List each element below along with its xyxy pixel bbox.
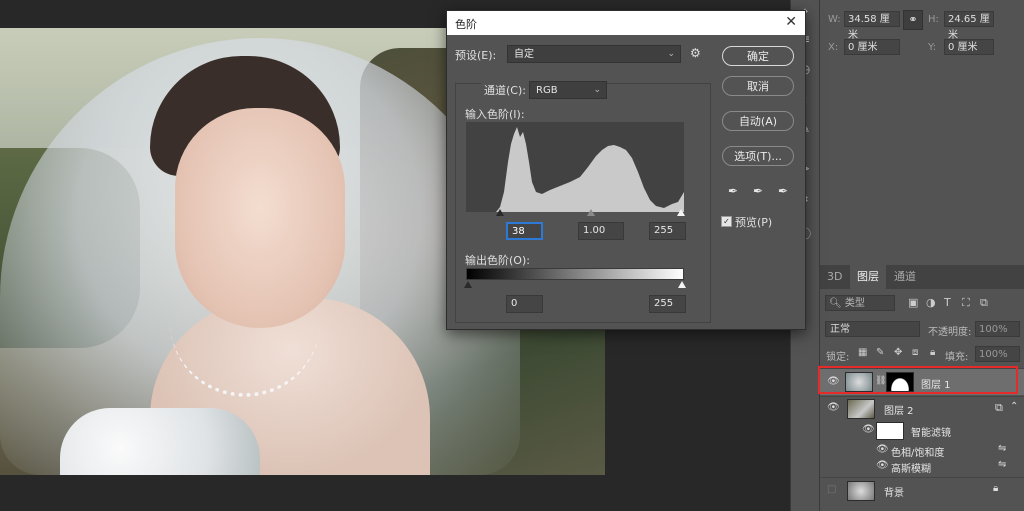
w-label: W: — [828, 14, 841, 25]
eye-icon[interactable]: 👁︎ — [862, 424, 875, 436]
white-eyedropper-icon[interactable]: ✒ — [776, 184, 790, 198]
filter-options-icon[interactable]: ⇋ — [998, 443, 1006, 454]
link-icon[interactable]: ⚭ — [903, 10, 923, 30]
h-label: H: — [928, 14, 939, 25]
options-button[interactable]: 选项(T)... — [722, 146, 794, 166]
output-black-field[interactable]: 0 — [506, 295, 543, 313]
filter-smart-icon[interactable]: ⧉ — [980, 296, 988, 310]
smart-filter-mask[interactable] — [876, 422, 904, 440]
eye-icon[interactable]: 👁︎ — [876, 460, 889, 472]
dialog-title: 色阶 — [455, 18, 477, 31]
input-gamma-field[interactable]: 1.00 — [578, 222, 624, 240]
layer-name: 背景 — [884, 488, 904, 499]
channel-label: 通道(C): — [481, 82, 529, 98]
filter-adjust-icon[interactable]: ◑ — [926, 296, 936, 309]
y-label: Y: — [928, 42, 937, 53]
photo-face — [175, 108, 345, 328]
layer-name: 色相/饱和度 — [891, 448, 945, 459]
kind-filter-value: 类型 — [844, 298, 865, 309]
layer-name: 图层 2 — [884, 406, 914, 417]
layer-name: 智能滤镜 — [911, 428, 951, 439]
layer-row[interactable]: 👁︎ 图层 2 ⧉ ⌃ — [820, 396, 1024, 419]
blend-mode-select[interactable]: 正常 — [825, 321, 920, 337]
close-icon[interactable]: ✕ — [785, 14, 797, 30]
input-white-slider[interactable] — [677, 209, 685, 216]
layer-thumbnail — [847, 399, 875, 419]
levels-dialog: 色阶 ✕ 预设(E): 自定 ⌄ ⚙ 通道(C): RGB ⌄ 输入色阶(I):… — [446, 10, 806, 330]
output-black-slider[interactable] — [464, 281, 472, 288]
output-white-field[interactable]: 255 — [649, 295, 686, 313]
fill-field[interactable]: 100% — [975, 346, 1020, 362]
pasteboard-bottom — [0, 475, 605, 511]
width-field[interactable]: 34.58 厘米 — [844, 11, 900, 41]
auto-button[interactable]: 自动(A) — [722, 111, 794, 131]
kind-filter[interactable]: 🔍︎ 类型 — [825, 295, 895, 311]
cancel-button[interactable]: 取消 — [722, 76, 794, 96]
smart-object-icon: ⧉ — [995, 401, 1003, 414]
fill-label: 填充: — [945, 352, 969, 363]
preview-checkbox[interactable]: ✓ — [721, 216, 732, 227]
channel-value: RGB — [536, 85, 558, 96]
collapse-icon[interactable]: ⌃ — [1010, 401, 1018, 412]
eye-icon[interactable]: 👁︎ — [827, 402, 840, 414]
lock-icon: 🔒︎ — [993, 483, 999, 494]
photo-flowers — [60, 408, 260, 475]
layer-row[interactable]: □ 背景 🔒︎ — [820, 477, 1024, 502]
layer-thumbnail — [847, 481, 875, 501]
tab-channels[interactable]: 通道 — [887, 265, 923, 289]
filter-shape-icon[interactable]: ⛶ — [962, 296, 970, 310]
height-field[interactable]: 24.65 厘米 — [944, 11, 994, 41]
layer-name: 高斯模糊 — [891, 464, 931, 475]
output-levels-label: 输出色阶(O): — [465, 254, 530, 267]
preset-select[interactable]: 自定 ⌄ — [507, 45, 681, 63]
y-field[interactable]: 0 厘米 — [944, 39, 994, 55]
input-black-field[interactable]: 38 — [506, 222, 543, 240]
lock-all-icon[interactable]: 🔒︎ — [930, 347, 935, 358]
eye-icon[interactable]: □ — [827, 484, 839, 496]
layer-row[interactable]: 👁︎ 智能滤镜 — [820, 419, 1024, 441]
lock-position-icon[interactable]: ✥ — [894, 347, 902, 358]
tab-3d[interactable]: 3D — [820, 265, 849, 289]
preview-label: 预览(P) — [735, 216, 773, 229]
input-black-slider[interactable] — [496, 209, 504, 216]
input-gray-slider[interactable] — [587, 209, 595, 216]
chevron-down-icon: ⌄ — [667, 49, 675, 59]
gray-eyedropper-icon[interactable]: ✒ — [751, 184, 765, 198]
eye-icon[interactable]: 👁︎ — [876, 444, 889, 456]
gear-icon[interactable]: ⚙ — [690, 46, 701, 60]
layer-row[interactable]: 👁︎ 色相/饱和度 ⇋ — [820, 442, 1024, 459]
search-icon: 🔍︎ — [829, 298, 842, 309]
lock-transparent-icon[interactable]: ▦ — [858, 347, 867, 358]
layer-row[interactable]: 👁︎ 高斯模糊 ⇋ — [820, 458, 1024, 475]
opacity-field[interactable]: 100% — [975, 321, 1020, 337]
input-white-field[interactable]: 255 — [649, 222, 686, 240]
preset-value: 自定 — [514, 49, 534, 60]
properties-panel: W: 34.58 厘米 ⚭ H: 24.65 厘米 X: 0 厘米 Y: 0 厘… — [819, 0, 1024, 265]
filter-pixel-icon[interactable]: ▣ — [908, 296, 918, 309]
chevron-down-icon: ⌄ — [593, 85, 601, 95]
opacity-label: 不透明度: — [928, 327, 972, 338]
preset-label: 预设(E): — [455, 49, 497, 62]
ok-button[interactable]: 确定 — [722, 46, 794, 66]
filter-options-icon[interactable]: ⇋ — [998, 459, 1006, 470]
lock-label: 锁定: — [826, 352, 850, 363]
black-eyedropper-icon[interactable]: ✒ — [726, 184, 740, 198]
filter-type-icon[interactable]: T — [944, 296, 951, 309]
dialog-titlebar[interactable]: 色阶 ✕ — [447, 11, 805, 35]
layers-panel: 3D 图层 通道 🔍︎ 类型 ▣ ◑ T ⛶ ⧉ 正常 不透明度: 100% 锁… — [818, 265, 1024, 511]
x-field[interactable]: 0 厘米 — [844, 39, 900, 55]
output-gradient — [466, 268, 684, 280]
histogram — [466, 122, 684, 212]
histogram-graph — [466, 127, 684, 212]
highlight-box — [818, 366, 1018, 394]
x-label: X: — [828, 42, 839, 53]
tab-layers[interactable]: 图层 — [850, 265, 886, 289]
lock-artboard-icon[interactable]: ⧈ — [912, 347, 918, 358]
input-levels-label: 输入色阶(I): — [465, 108, 525, 121]
output-white-slider[interactable] — [678, 281, 686, 288]
channel-select[interactable]: RGB ⌄ — [529, 81, 607, 99]
lock-image-icon[interactable]: ✎ — [876, 347, 884, 358]
